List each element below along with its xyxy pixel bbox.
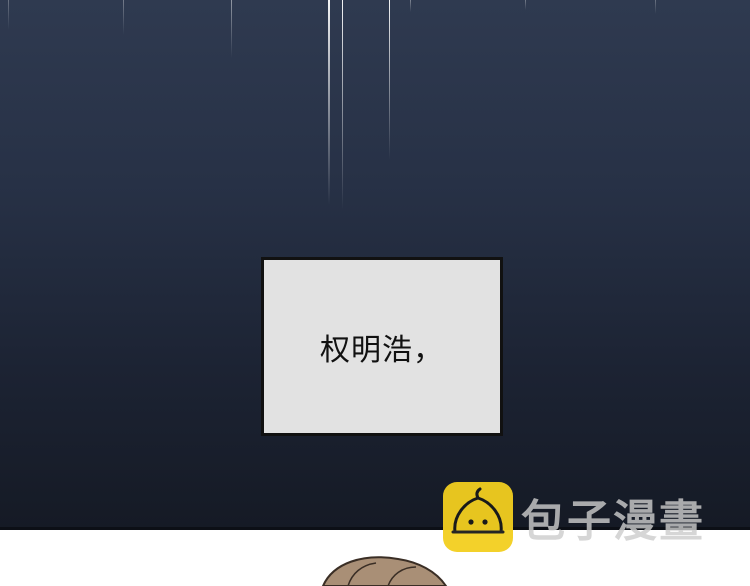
rain-streak xyxy=(342,0,343,210)
comic-page: 权明浩， 包子漫畫 xyxy=(0,0,750,586)
rain-streak xyxy=(231,0,232,58)
rain-streak xyxy=(328,0,330,205)
rain-streak xyxy=(410,0,411,12)
rain-streak xyxy=(123,0,124,35)
rain-streak xyxy=(525,0,526,10)
character-hair-illustration xyxy=(321,556,448,586)
watermark-brand-name: 包子漫畫 xyxy=(521,496,705,547)
rain-streak xyxy=(8,0,9,30)
rain-streak xyxy=(389,0,390,160)
caption-text: 权明浩， xyxy=(320,332,444,368)
bun-face-icon xyxy=(443,482,513,552)
night-sky-panel: 权明浩， xyxy=(0,0,750,528)
rain-streak xyxy=(655,0,656,14)
watermark: 包子漫畫 xyxy=(443,480,733,554)
caption-box: 权明浩， xyxy=(261,257,503,436)
